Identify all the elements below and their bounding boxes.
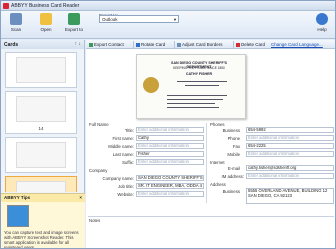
export-icon	[68, 13, 80, 25]
card-detail-pane: Export Contact Rotate Card Adjust Card B…	[86, 40, 335, 248]
adjust-borders-button[interactable]: Adjust Card Borders	[177, 42, 223, 47]
export-target-group: Export to: Outlook ▼	[99, 13, 189, 35]
middle-name-field[interactable]: Enter additional information	[136, 143, 204, 149]
title-field[interactable]: Enter additional information	[136, 127, 204, 133]
tips-panel: ABBYY Tips × You can capture text and im…	[1, 193, 85, 249]
card-thumbnail[interactable]: 14	[5, 91, 77, 134]
website-field[interactable]: Enter additional information	[136, 191, 204, 197]
cards-panel: Cards ↑ ↓ 14 ABBYY Tips × You can captur…	[1, 40, 85, 249]
rotate-card-button[interactable]: Rotate Card	[136, 42, 165, 47]
folder-icon	[40, 13, 52, 25]
business-card-image: SAN DIEGO COUNTY SHERIFF'S DEPARTMENT KE…	[136, 54, 246, 119]
card-thumbnail[interactable]	[5, 52, 77, 88]
scan-button[interactable]: Scan	[5, 13, 27, 37]
chevron-down-icon: ▼	[173, 17, 177, 22]
title-bar: ABBYY Business Card Reader	[1, 1, 335, 11]
company-name-field[interactable]: SAN DIEGO COUNTY SHERIFF'S DEPARTMENT	[136, 175, 204, 181]
delete-icon	[236, 42, 240, 47]
scanner-icon	[10, 13, 22, 25]
card-toolbar: Export Contact Rotate Card Adjust Card B…	[86, 40, 335, 49]
help-button[interactable]: Help	[311, 13, 333, 37]
app-window: ABBYY Business Card Reader Scan Open Exp…	[0, 0, 336, 249]
rotate-icon	[136, 42, 140, 47]
export-contact-button[interactable]: Export Contact	[89, 42, 124, 47]
app-icon	[3, 3, 9, 9]
delete-card-button[interactable]: Delete Card	[236, 42, 265, 47]
address-field[interactable]: 5555 OVERLAND AVENUE, BUILDING 12 SAN DI…	[246, 188, 334, 204]
close-icon[interactable]: ×	[79, 195, 82, 200]
export-target-select[interactable]: Outlook ▼	[99, 15, 179, 23]
card-thumbnail[interactable]	[5, 137, 77, 173]
help-icon	[316, 13, 328, 25]
suffix-field[interactable]: Enter additional information	[136, 159, 204, 165]
job-title-field[interactable]: SR. IT ENGINEER, MBA, ODDA 4	[136, 183, 204, 189]
card-thumbnail-selected[interactable]	[5, 176, 77, 192]
card-thumbnail-list[interactable]: 14	[5, 52, 81, 192]
crop-icon	[177, 42, 181, 47]
export-contact-icon	[89, 42, 93, 47]
cards-panel-header: Cards ↑ ↓	[1, 40, 84, 49]
card-nav-arrows-icon[interactable]: ↑ ↓	[75, 41, 81, 47]
contact-form: Full Name Title: Enter additional inform…	[86, 121, 335, 248]
fax-field[interactable]: 654-2225	[246, 143, 334, 149]
last-name-field[interactable]: Fisher	[136, 151, 204, 157]
tips-text: You can capture text and image screens w…	[4, 230, 79, 249]
email-field[interactable]: cathy.fisher@sdsheriff.org	[246, 165, 334, 171]
im-address-field[interactable]: Enter additional information	[246, 173, 334, 179]
export-button[interactable]: Export to	[63, 13, 85, 37]
open-button[interactable]: Open	[35, 13, 57, 37]
business-phone-field[interactable]: 654-5992	[246, 127, 334, 133]
sheriff-badge-icon	[143, 77, 159, 93]
phone-field[interactable]: Enter additional information	[246, 135, 334, 141]
first-name-field[interactable]: Cathy	[136, 135, 204, 141]
tips-header: ABBYY Tips ×	[1, 194, 85, 202]
change-language-link[interactable]: Change Card Language...	[271, 42, 323, 47]
product-box-image	[7, 205, 29, 227]
main-toolbar: Scan Open Export to Export to: Outlook ▼…	[1, 11, 335, 39]
window-title: ABBYY Business Card Reader	[11, 3, 80, 9]
notes-area[interactable]: Notes	[88, 216, 334, 248]
mobile-field[interactable]: Enter additional information	[246, 151, 334, 157]
